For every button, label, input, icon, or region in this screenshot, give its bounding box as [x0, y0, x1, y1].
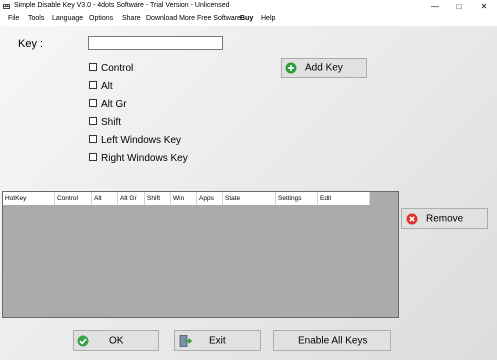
- left-windows-key-checkbox[interactable]: Left Windows Key: [89, 135, 181, 146]
- keyboard-app-icon: [3, 4, 10, 9]
- remove-button[interactable]: Remove: [401, 208, 488, 229]
- column-header-hotkey[interactable]: HotKey: [3, 192, 55, 205]
- table-header: HotKey Control Alt Alt Gr Shift Win Apps…: [3, 192, 370, 205]
- checkbox-icon: [89, 153, 97, 161]
- add-key-label: Add Key: [305, 62, 343, 74]
- alt-label: Alt: [101, 81, 113, 92]
- control-label: Control: [101, 63, 134, 74]
- checkbox-icon: [89, 81, 97, 89]
- enable-all-keys-label: Enable All Keys: [298, 335, 368, 346]
- window-title: Simple Disable Key V3.0 - 4dots Software…: [14, 2, 230, 9]
- close-icon[interactable]: ✕: [473, 0, 495, 13]
- alt-gr-label: Alt Gr: [101, 99, 127, 110]
- left-windows-key-label: Left Windows Key: [101, 135, 182, 146]
- shift-label: Shift: [101, 117, 122, 128]
- menu-buy[interactable]: Buy: [240, 15, 253, 22]
- shift-checkbox[interactable]: Shift: [89, 117, 121, 128]
- menu-bar: File Tools Language Options Share Downlo…: [0, 13, 497, 26]
- alt-gr-checkbox[interactable]: Alt Gr: [89, 99, 127, 110]
- remove-label: Remove: [426, 213, 464, 224]
- column-header-control[interactable]: Control: [55, 192, 92, 205]
- hotkeys-table[interactable]: HotKey Control Alt Alt Gr Shift Win Apps…: [2, 191, 399, 318]
- checkbox-icon: [89, 135, 97, 143]
- ok-button[interactable]: OK: [73, 330, 159, 351]
- menu-help[interactable]: Help: [261, 15, 275, 22]
- checkbox-icon: [89, 99, 97, 107]
- column-header-apps[interactable]: Apps: [197, 192, 223, 205]
- minimize-icon[interactable]: —: [424, 0, 446, 13]
- add-key-button[interactable]: Add Key: [281, 58, 367, 78]
- menu-tools[interactable]: Tools: [28, 15, 44, 22]
- right-windows-key-checkbox[interactable]: Right Windows Key: [89, 153, 188, 164]
- right-windows-key-label: Right Windows Key: [101, 153, 188, 164]
- control-checkbox[interactable]: Control: [89, 63, 133, 74]
- column-header-settings[interactable]: Settings: [276, 192, 318, 205]
- key-label: Key :: [18, 38, 44, 50]
- menu-options[interactable]: Options: [89, 15, 113, 22]
- key-input[interactable]: [88, 36, 223, 50]
- column-header-alt-gr[interactable]: Alt Gr: [118, 192, 145, 205]
- title-bar: Simple Disable Key V3.0 - 4dots Software…: [0, 0, 497, 13]
- maximize-icon[interactable]: □: [448, 0, 470, 13]
- add-icon: [285, 62, 297, 74]
- column-header-edit[interactable]: Edit: [318, 192, 370, 205]
- exit-label: Exit: [209, 335, 226, 346]
- checkbox-icon: [89, 63, 97, 71]
- menu-language[interactable]: Language: [52, 15, 83, 22]
- remove-icon: [406, 213, 418, 224]
- ok-label: OK: [109, 335, 124, 346]
- menu-download-more[interactable]: Download More Free Software: [146, 15, 241, 22]
- checkmark-icon: [77, 335, 89, 346]
- app-window: Simple Disable Key V3.0 - 4dots Software…: [0, 0, 497, 360]
- checkbox-icon: [89, 117, 97, 125]
- exit-door-icon: [179, 334, 192, 347]
- exit-button[interactable]: Exit: [174, 330, 261, 351]
- menu-file[interactable]: File: [8, 15, 19, 22]
- column-header-alt[interactable]: Alt: [92, 192, 118, 205]
- menu-share[interactable]: Share: [122, 15, 141, 22]
- alt-checkbox[interactable]: Alt: [89, 81, 113, 92]
- column-header-shift[interactable]: Shift: [145, 192, 171, 205]
- column-header-state[interactable]: State: [223, 192, 276, 205]
- column-header-win[interactable]: Win: [171, 192, 197, 205]
- enable-all-keys-button[interactable]: Enable All Keys: [273, 330, 391, 351]
